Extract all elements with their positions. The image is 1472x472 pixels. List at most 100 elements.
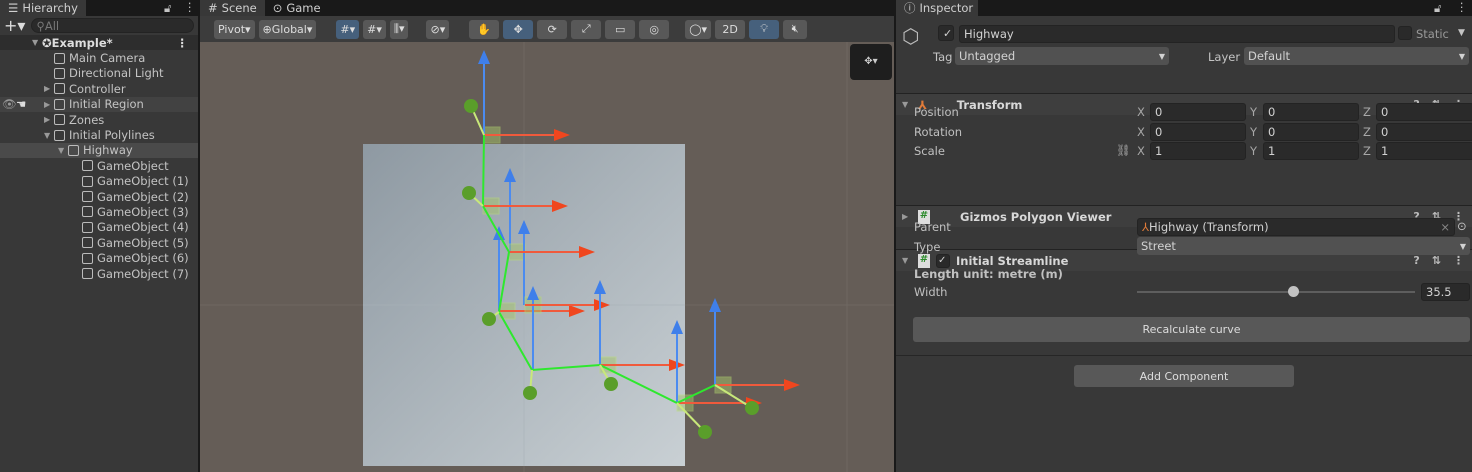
gameobject-cube-icon xyxy=(68,144,79,156)
help-icon[interactable]: ? xyxy=(1413,254,1419,267)
hierarchy-item[interactable]: GameObject (5) xyxy=(0,235,198,250)
hierarchy-tree: Main Camera Directional Light ▶ Controller 👁… xyxy=(0,50,198,281)
orientation-overlay[interactable]: ✥▾ xyxy=(850,44,892,80)
gameobject-cube-icon xyxy=(54,98,65,110)
tangent-handle xyxy=(482,312,496,326)
global-dropdown[interactable]: ⊕ Global ▾ xyxy=(258,19,317,39)
menu-icon[interactable]: ⋮ xyxy=(1456,0,1468,14)
active-checkbox[interactable]: ✓ xyxy=(938,25,954,41)
hierarchy-item[interactable]: GameObject xyxy=(0,158,198,173)
grid-icon: # xyxy=(208,1,218,15)
hierarchy-item[interactable]: 👁︎ ☚ ▶ Initial Region xyxy=(0,96,198,112)
hierarchy-item[interactable]: GameObject (4) xyxy=(0,220,198,235)
gizmo-button[interactable]: ⊘▾ xyxy=(426,19,450,39)
tab-inspector[interactable]: ⓘ Inspector xyxy=(896,0,978,16)
snap-settings-button[interactable]: ⫼▾ xyxy=(389,19,409,39)
axis-label: Y xyxy=(1250,124,1258,139)
component-menu-icon[interactable]: ⋮ xyxy=(1453,254,1464,267)
type-dropdown[interactable]: Street ▼ xyxy=(1137,237,1470,255)
unlink-icon[interactable]: ⛓︎ xyxy=(1116,143,1131,157)
gameobject-cube-icon xyxy=(54,129,65,141)
hierarchy-item[interactable]: GameObject (2) xyxy=(0,189,198,204)
lock-icon[interactable]: 🔓︎ xyxy=(164,1,171,16)
hierarchy-item[interactable]: GameObject (6) xyxy=(0,250,198,265)
hierarchy-item[interactable]: ▶ Zones xyxy=(0,112,198,127)
static-dropdown-icon[interactable]: ▼ xyxy=(1458,28,1465,38)
hand-tool[interactable]: ✋ xyxy=(469,19,500,39)
parent-object-field[interactable]: ⅄ Highway (Transform) × xyxy=(1137,218,1455,236)
x-axis-arrow-icon xyxy=(554,129,570,141)
move-tool[interactable]: ✥ xyxy=(503,19,534,39)
scale-label: Scale xyxy=(914,144,945,158)
tag-label: Tag xyxy=(933,50,953,64)
hierarchy-item[interactable]: ▶ Controller xyxy=(0,81,198,96)
hierarchy-item[interactable]: ▼ Highway xyxy=(0,142,198,159)
lighting-toggle[interactable]: 💡︎ xyxy=(749,19,780,39)
enabled-checkbox[interactable]: ✓ xyxy=(936,253,950,268)
tag-dropdown[interactable]: Untagged ▼ xyxy=(955,47,1169,65)
divider xyxy=(896,355,1472,356)
layer-dropdown[interactable]: Default ▼ xyxy=(1244,47,1469,65)
rotate-tool[interactable]: ⟳ xyxy=(537,19,568,39)
rect-tool[interactable]: ▭ xyxy=(605,19,636,39)
static-checkbox[interactable] xyxy=(1398,26,1412,40)
gameobject-cube-icon: ⬡ xyxy=(902,24,920,48)
position-x-input[interactable]: 0 xyxy=(1150,103,1246,121)
name-input[interactable]: Highway xyxy=(959,25,1395,43)
hierarchy-item[interactable]: Directional Light xyxy=(0,66,198,81)
increment-snap-button[interactable]: #▾ xyxy=(363,19,386,39)
scene-root[interactable]: ▼ ✪ Example* ⋮ xyxy=(0,35,198,51)
hierarchy-item[interactable]: GameObject (7) xyxy=(0,266,198,281)
width-slider-track[interactable] xyxy=(1137,291,1415,293)
lock-icon[interactable]: 🔓︎ xyxy=(1434,1,1441,16)
expand-arrow-icon[interactable]: ▼ xyxy=(44,131,54,140)
x-axis-arrow-icon xyxy=(784,379,800,391)
scale-tool[interactable]: ⤢ xyxy=(571,19,602,39)
audio-toggle[interactable]: 🔇︎ xyxy=(783,19,808,39)
scene-viewport[interactable] xyxy=(200,42,894,472)
gameobject-cube-icon xyxy=(82,175,93,187)
scene-menu-icon[interactable]: ⋮ xyxy=(177,36,189,50)
axis-label: X xyxy=(1137,124,1145,139)
rotation-x-input[interactable]: 0 xyxy=(1150,122,1246,141)
type-label: Type xyxy=(914,240,941,254)
search-input[interactable]: ⚲ All xyxy=(31,18,194,33)
pivot-dropdown[interactable]: Pivot ▾ xyxy=(214,19,255,39)
hierarchy-item[interactable]: ▼ Initial Polylines xyxy=(0,127,198,142)
grid-snap-button[interactable]: #▾ xyxy=(336,19,360,39)
add-component-button[interactable]: Add Component xyxy=(1074,365,1294,387)
preset-icon[interactable]: ⇅ xyxy=(1432,254,1441,267)
pickable-hand-icon[interactable]: ☚ xyxy=(16,97,26,111)
width-slider-handle[interactable] xyxy=(1287,286,1299,297)
scale-x-input[interactable]: 1 xyxy=(1150,142,1246,160)
tab-game[interactable]: ⊙ Game xyxy=(264,0,329,16)
position-z-input[interactable]: 0 xyxy=(1376,103,1472,121)
transform-icon: ⅄ xyxy=(1142,220,1150,234)
tab-hierarchy[interactable]: ☰ Hierarchy xyxy=(0,0,86,16)
rotation-y-input[interactable]: 0 xyxy=(1263,122,1359,141)
scene-panel: # Scene ⊙ Game Pivot ▾ ⊕ Global ▾ #▾ #▾ ⫼▾ … xyxy=(200,0,894,472)
2d-toggle[interactable]: 2D xyxy=(715,19,746,39)
scale-y-input[interactable]: 1 xyxy=(1263,142,1359,160)
add-icon[interactable]: +▾ xyxy=(4,16,25,35)
hierarchy-item[interactable]: GameObject (1) xyxy=(0,174,198,189)
expand-arrow-icon[interactable]: ▶ xyxy=(44,115,54,124)
list-icon: ☰ xyxy=(8,1,19,15)
hierarchy-item[interactable]: Main Camera xyxy=(0,50,198,65)
object-picker-icon[interactable]: ⊙ xyxy=(1457,219,1467,233)
menu-icon[interactable]: ⋮ xyxy=(184,0,196,14)
tab-scene[interactable]: # Scene xyxy=(200,0,265,16)
rotation-z-input[interactable]: 0 xyxy=(1376,122,1472,141)
transform-tool[interactable]: ◎ xyxy=(639,19,670,39)
scale-z-input[interactable]: 1 xyxy=(1376,142,1472,160)
draw-mode-dropdown[interactable]: ◯▾ xyxy=(685,19,712,39)
width-input[interactable]: 35.5 xyxy=(1421,283,1470,301)
recalculate-curve-button[interactable]: Recalculate curve xyxy=(913,317,1470,342)
expand-arrow-icon[interactable]: ▶ xyxy=(44,100,54,109)
visibility-eye-icon[interactable]: 👁︎ xyxy=(2,97,17,111)
expand-arrow-icon[interactable]: ▶ xyxy=(44,84,54,93)
scene-toolbar: Pivot ▾ ⊕ Global ▾ #▾ #▾ ⫼▾ ⊘▾ ✋ ✥ ⟳ ⤢ ▭ … xyxy=(200,16,894,42)
position-y-input[interactable]: 0 xyxy=(1263,103,1359,121)
hierarchy-item[interactable]: GameObject (3) xyxy=(0,204,198,219)
expand-arrow-icon[interactable]: ▼ xyxy=(58,146,68,155)
